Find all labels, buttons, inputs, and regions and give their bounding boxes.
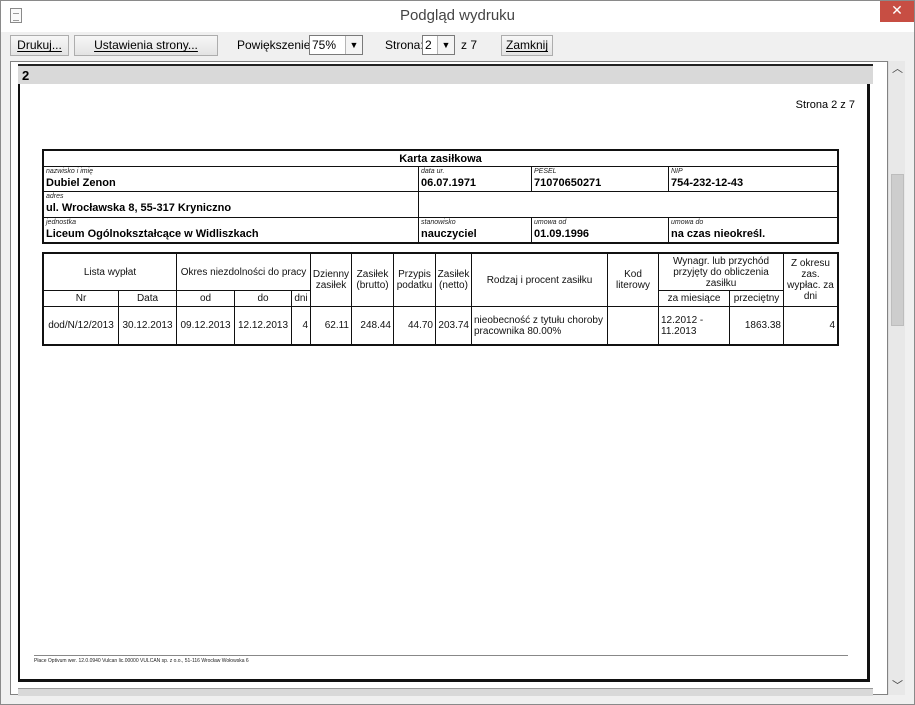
pesel-cell: PESEL 71070650271 <box>532 167 669 192</box>
header-wynagr: Wynagr. lub przychód przyjęty do oblicze… <box>659 254 784 291</box>
page-select[interactable]: 2 ▼ <box>422 35 455 55</box>
row-dzienny: 62.11 <box>311 307 352 344</box>
row-rodzaj: nieobecność z tytułu choroby pracownika … <box>472 307 608 344</box>
row-od: 09.12.2013 <box>177 307 235 344</box>
contract-from-cell: umowa od 01.09.1996 <box>532 218 669 242</box>
header-dzienny: Dzienny zasiłek <box>311 254 352 307</box>
header-przypis: Przypis podatku <box>394 254 436 307</box>
preview-viewport[interactable]: 2 Strona 2 z 7 Karta zasiłkowa nazwisko … <box>10 61 888 696</box>
contract-to-label: umowa do <box>671 219 704 226</box>
birth-cell: data ur. 06.07.1971 <box>419 167 532 192</box>
address-value: ul. Wrocławska 8, 55-317 Kryniczno <box>46 202 232 214</box>
address-cell: adres ul. Wrocławska 8, 55-317 Kryniczno <box>44 192 419 218</box>
row-za-miesiace: 12.2012 - 11.2013 <box>659 307 730 344</box>
page-number: 2 <box>22 68 30 83</box>
pesel-value: 71070650271 <box>534 177 602 189</box>
close-preview-button[interactable]: Zamknij <box>501 35 553 56</box>
nip-value: 754-232-12-43 <box>671 177 744 189</box>
print-preview-window: Podgląd wydruku ✕ Drukuj... Ustawienia s… <box>0 0 915 705</box>
birth-label: data ur. <box>421 168 445 175</box>
page-header-bar: 2 <box>18 64 873 84</box>
row-z-okresu: 4 <box>829 320 835 331</box>
contract-from-value: 01.09.1996 <box>534 228 590 240</box>
unit-label: jednostka <box>46 219 76 226</box>
close-window-button[interactable]: ✕ <box>880 1 914 22</box>
zoom-value: 75% <box>312 38 337 52</box>
chevron-down-icon[interactable]: ▼ <box>345 36 362 54</box>
row-brutto: 248.44 <box>352 307 394 344</box>
page-footer: Płace Optivum wer. 12.0.0940 Vulcan lic.… <box>34 658 249 664</box>
footer-divider <box>34 655 848 656</box>
scroll-thumb[interactable] <box>891 174 904 326</box>
row-nr: dod/N/12/2013 <box>44 307 119 344</box>
contract-to-cell: umowa do na czas nieokreśl. <box>669 218 837 242</box>
page-label: Strona: <box>385 38 424 52</box>
row-dni: 4 <box>292 307 311 344</box>
row-kod <box>608 307 659 344</box>
header-dni: dni <box>292 291 311 307</box>
print-button[interactable]: Drukuj... <box>10 35 69 56</box>
zoom-label: Powiększenie: <box>237 38 314 52</box>
next-page-strip <box>18 688 873 696</box>
unit-cell: jednostka Liceum Ogólnokształcące w Widl… <box>44 218 419 242</box>
row-przecietny: 1863.38 <box>730 307 784 344</box>
name-label: nazwisko i imię <box>46 168 94 175</box>
card-title: Karta zasiłkowa <box>44 151 837 167</box>
nip-label: NIP <box>671 168 683 175</box>
row-do: 12.12.2013 <box>235 307 292 344</box>
zoom-select[interactable]: 75% ▼ <box>309 35 363 55</box>
position-value: nauczyciel <box>421 228 477 240</box>
nip-cell: NIP 754-232-12-43 <box>669 167 837 192</box>
header-zasilek-netto: Zasiłek (netto) <box>436 254 472 307</box>
page-setup-button[interactable]: Ustawienia strony... <box>74 35 218 56</box>
vertical-scrollbar[interactable]: ︿ ﹀ <box>888 61 905 695</box>
position-cell: stanowisko nauczyciel <box>419 218 532 242</box>
row-przypis: 44.70 <box>394 307 436 344</box>
contract-to-value: na czas nieokreśl. <box>671 228 766 240</box>
window-title: Podgląd wydruku <box>399 7 516 24</box>
contract-from-label: umowa od <box>534 219 567 226</box>
toolbar: Drukuj... Ustawienia strony... Powiększe… <box>1 32 914 59</box>
empty-cell <box>419 192 837 218</box>
name-value: Dubiel Zenon <box>46 177 116 189</box>
page-of-text: Strona 2 z 7 <box>795 99 855 111</box>
chevron-down-icon[interactable]: ﹀ <box>889 678 906 695</box>
row-data: 30.12.2013 <box>119 307 177 344</box>
preview-page: Strona 2 z 7 Karta zasiłkowa nazwisko i … <box>18 84 870 682</box>
header-okres: Okres niezdolności do pracy <box>177 254 311 291</box>
header-przecietny: przeciętny <box>730 291 784 307</box>
header-za-miesiace: za miesiące <box>659 291 730 307</box>
header-z-okresu: Z okresu zas. wypłac. za dni <box>784 254 837 307</box>
chevron-down-icon[interactable]: ▼ <box>437 36 454 54</box>
benefit-card: Karta zasiłkowa nazwisko i imię Dubiel Z… <box>42 149 839 244</box>
row-netto: 203.74 <box>436 307 472 344</box>
header-kod: Kod literowy <box>608 254 659 307</box>
page-count: z 7 <box>461 38 478 52</box>
header-zasilek-brutto: Zasiłek (brutto) <box>352 254 394 307</box>
chevron-up-icon[interactable]: ︿ <box>889 61 906 78</box>
name-cell: nazwisko i imię Dubiel Zenon <box>44 167 419 192</box>
position-label: stanowisko <box>421 219 456 226</box>
header-rodzaj: Rodzaj i procent zasiłku <box>472 254 608 307</box>
header-nr: Nr <box>44 291 119 307</box>
address-label: adres <box>46 193 64 200</box>
birth-value: 06.07.1971 <box>421 177 477 189</box>
header-lista: Lista wypłat <box>44 254 177 291</box>
page-value: 2 <box>425 38 432 52</box>
header-do: do <box>235 291 292 307</box>
header-od: od <box>177 291 235 307</box>
pesel-label: PESEL <box>534 168 557 175</box>
payments-table: Lista wypłat Nr Data Okres niezdolności … <box>42 252 839 346</box>
header-data: Data <box>119 291 177 307</box>
title-bar[interactable]: Podgląd wydruku ✕ <box>1 1 914 32</box>
unit-value: Liceum Ogólnokształcące w Widliszkach <box>46 228 259 240</box>
